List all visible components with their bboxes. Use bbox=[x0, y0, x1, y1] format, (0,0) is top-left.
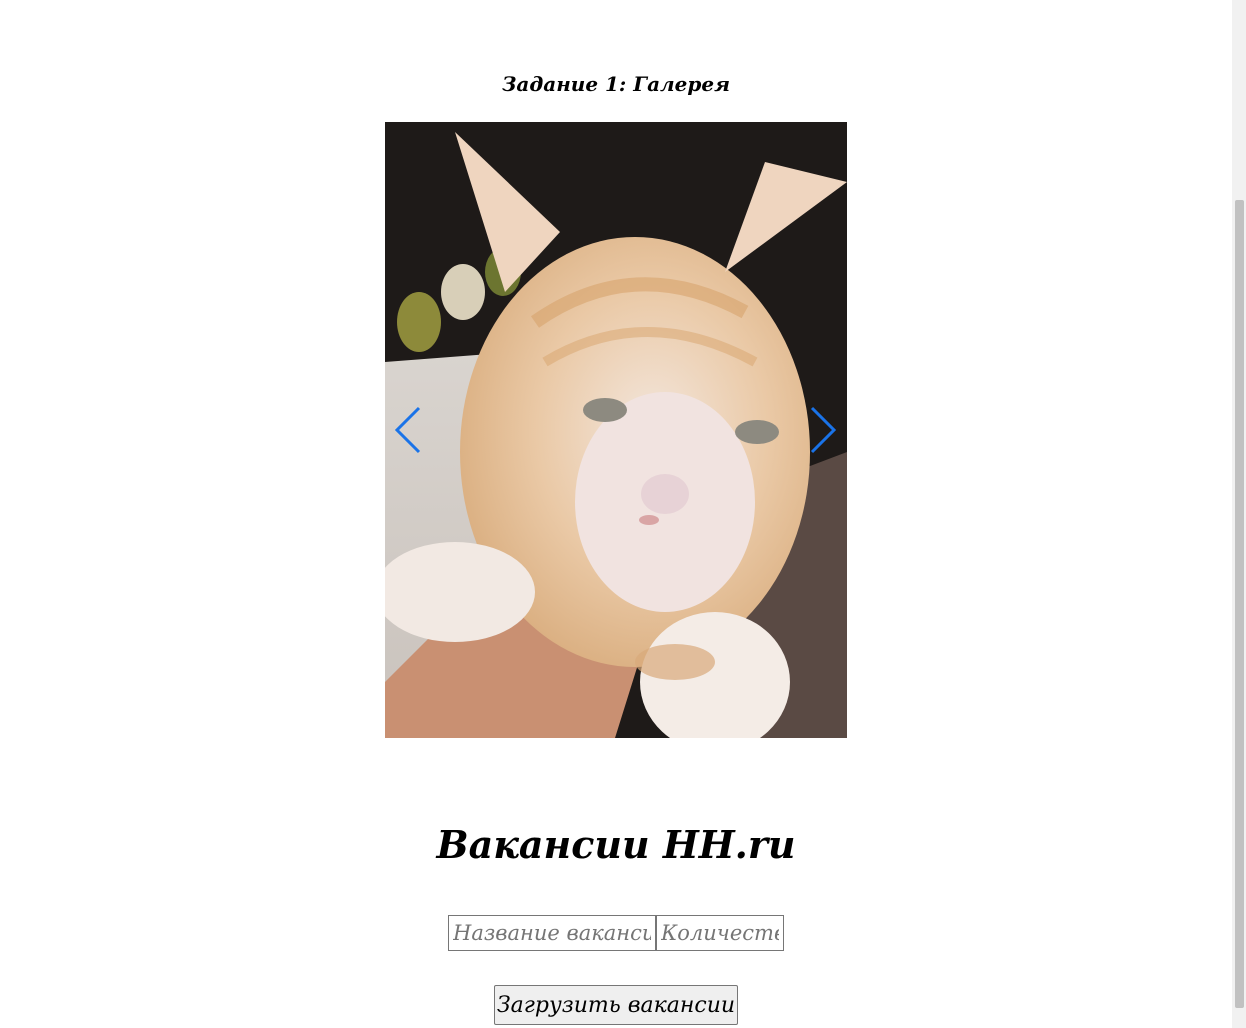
gallery-image bbox=[385, 122, 847, 738]
chevron-right-icon[interactable] bbox=[808, 402, 838, 458]
page: Задание 1: Галерея Вакансии HH.ru Назван… bbox=[0, 0, 1232, 1028]
vacancy-count-input[interactable] bbox=[656, 915, 784, 951]
page-scrollbar[interactable] bbox=[1232, 0, 1246, 1028]
vacancies-title: Вакансии HH.ru bbox=[436, 822, 796, 867]
vacancy-name-input[interactable] bbox=[448, 915, 656, 951]
gallery-title: Задание 1: Галерея bbox=[501, 72, 731, 96]
gallery-viewer bbox=[385, 122, 847, 738]
load-vacancies-button[interactable]: Загрузить вакансии bbox=[494, 985, 738, 1025]
vacancy-search-form bbox=[448, 915, 784, 951]
chevron-left-icon[interactable] bbox=[393, 402, 423, 458]
scrollbar-thumb[interactable] bbox=[1235, 200, 1244, 1008]
